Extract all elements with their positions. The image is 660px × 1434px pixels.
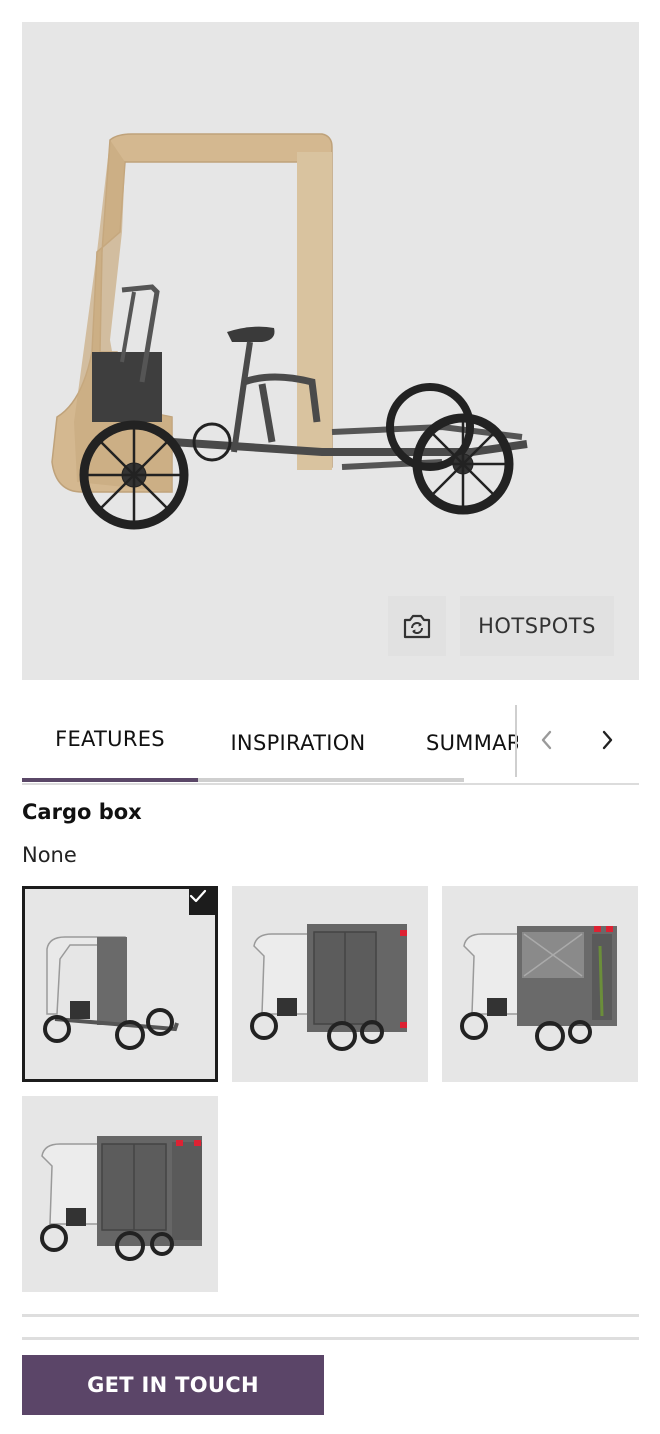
bike-closed-box-thumbnail [250,924,407,1051]
tab-features[interactable]: FEATURES [22,698,198,780]
section-divider [22,1337,639,1340]
tab-summary[interactable]: SUMMARY [426,702,518,784]
hotspots-label: HOTSPOTS [478,614,596,638]
chevron-left-icon [541,730,552,750]
section-divider [22,1314,639,1317]
bike-mesh-box-thumbnail [460,926,617,1051]
option-no-box[interactable] [22,886,218,1082]
option-closed-box-doors[interactable] [232,886,428,1082]
get-in-touch-button[interactable]: GET IN TOUCH [22,1355,324,1415]
hotspots-button[interactable]: HOTSPOTS [460,596,614,656]
snapshot-button[interactable] [388,596,446,656]
chevron-right-icon [602,730,613,750]
tab-divider [515,705,517,777]
option-open-mesh-box[interactable] [442,886,638,1082]
tabs-prev-button[interactable] [527,720,567,760]
tab-inspiration-label: INSPIRATION [230,731,366,755]
get-in-touch-label: GET IN TOUCH [87,1373,259,1397]
tab-active-indicator [22,778,198,782]
product-viewer[interactable]: HOTSPOTS [22,22,639,680]
checkmark-icon [189,889,207,903]
bike-no-box-thumbnail [43,936,179,1050]
tab-inspiration[interactable]: INSPIRATION [220,702,376,784]
selected-check-badge [189,889,215,915]
feature-title: Cargo box [22,800,142,824]
configurator-tabs: FEATURES INSPIRATION SUMMARY [22,698,639,785]
cargo-bike-render [51,133,528,530]
tab-features-label: FEATURES [55,727,165,751]
camera-rotate-icon [403,614,431,639]
bike-slim-box-thumbnail [40,1136,202,1261]
option-closed-box-slim[interactable] [22,1096,218,1292]
tabs-next-button[interactable] [587,720,627,760]
feature-selected-value: None [22,843,77,867]
tab-divider-line [22,783,639,785]
tab-summary-label: SUMMARY [426,731,518,755]
